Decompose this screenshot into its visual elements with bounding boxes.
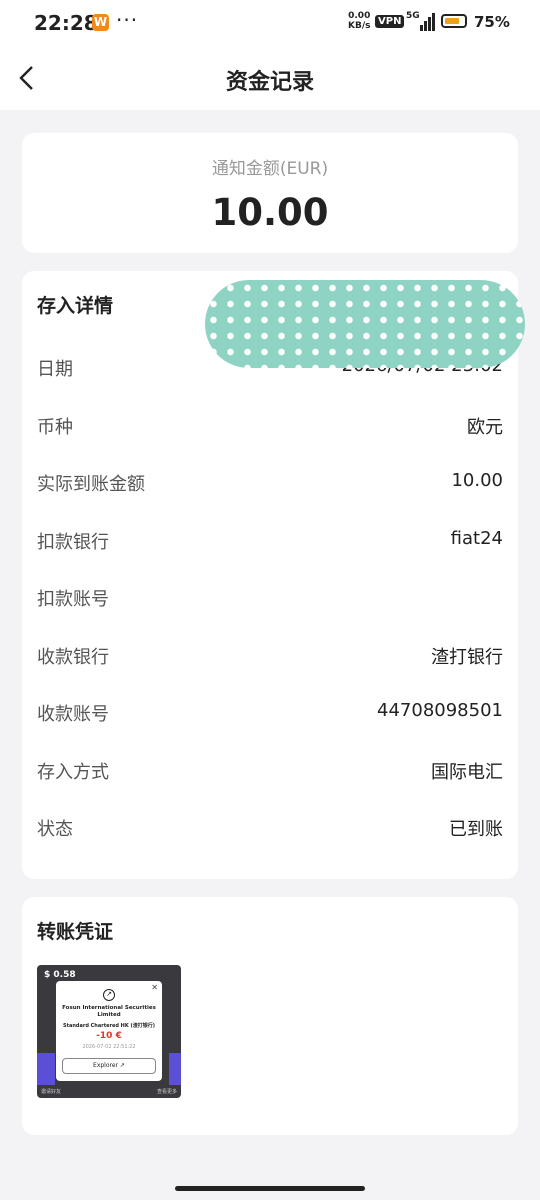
detail-row-debit-account: 扣款账号 (37, 589, 109, 610)
battery-percent: 75% (474, 13, 510, 31)
thumb-popup-name: Fosun International Securities Limited (62, 1005, 156, 1018)
close-icon: ✕ (151, 983, 158, 992)
nav-bar: 资金记录 (0, 46, 540, 110)
thumb-balance: $ 0.58 (44, 970, 76, 980)
section-title: 转账凭证 (37, 921, 114, 943)
thumb-footer-left: 邀请好友 (41, 1089, 62, 1095)
thumb-strip (169, 1053, 181, 1085)
more-notifications-icon: ··· (116, 8, 139, 32)
thumb-footer-right: 查看更多 (156, 1089, 177, 1095)
detail-row-deposit-method: 存入方式 国际电汇 (37, 762, 503, 783)
arrow-logo-icon: ↗ (103, 989, 115, 1001)
app-notification-icon: W (92, 14, 109, 31)
detail-row-currency: 币种 欧元 (37, 417, 503, 438)
amount-label: 通知金额(EUR) (211, 159, 329, 179)
redaction-mask (205, 280, 525, 368)
thumb-popup-bank: Standard Chartered HK (渣打银行) (62, 1023, 156, 1029)
net-speed: 0.00 KB/s (348, 11, 371, 31)
detail-row-status: 状态 已到账 (37, 819, 503, 840)
thumb-strip (37, 1053, 55, 1085)
detail-row-receiving-bank: 收款银行 渣打银行 (37, 647, 503, 668)
amount-card: 通知金额(EUR) 10.00 (22, 133, 518, 253)
thumb-popup: ✕ ↗ Fosun International Securities Limit… (56, 981, 162, 1081)
clock: 22:28 (34, 11, 98, 35)
voucher-thumbnail[interactable]: $ 0.58 邀请好友 查看更多 ✕ ↗ Fosun International… (37, 965, 181, 1098)
detail-row-debit-bank: 扣款银行 fiat24 (37, 528, 503, 553)
detail-row-receiving-account: 收款账号 44708098501 (37, 700, 503, 725)
home-indicator[interactable] (175, 1186, 365, 1191)
status-bar: 22:28 W ··· 0.00 KB/s VPN 5G 75% (0, 0, 540, 46)
signal-icon (416, 13, 436, 31)
thumb-popup-time: 2026-07-02 22:51:22 (82, 1044, 136, 1050)
section-title: 存入详情 (37, 295, 114, 317)
detail-row-received-amount: 实际到账金额 10.00 (37, 470, 503, 495)
page-title: 资金记录 (225, 70, 314, 95)
vpn-badge: VPN (375, 15, 405, 28)
amount-value: 10.00 (211, 191, 329, 234)
thumb-popup-amount: -10 € (96, 1031, 122, 1041)
transfer-voucher-card: 转账凭证 $ 0.58 邀请好友 查看更多 ✕ ↗ Fosun Internat… (22, 897, 518, 1135)
battery-icon (441, 14, 467, 28)
thumb-popup-explorer-button: Explorer ↗ (62, 1058, 156, 1074)
battery-fill (445, 18, 459, 24)
